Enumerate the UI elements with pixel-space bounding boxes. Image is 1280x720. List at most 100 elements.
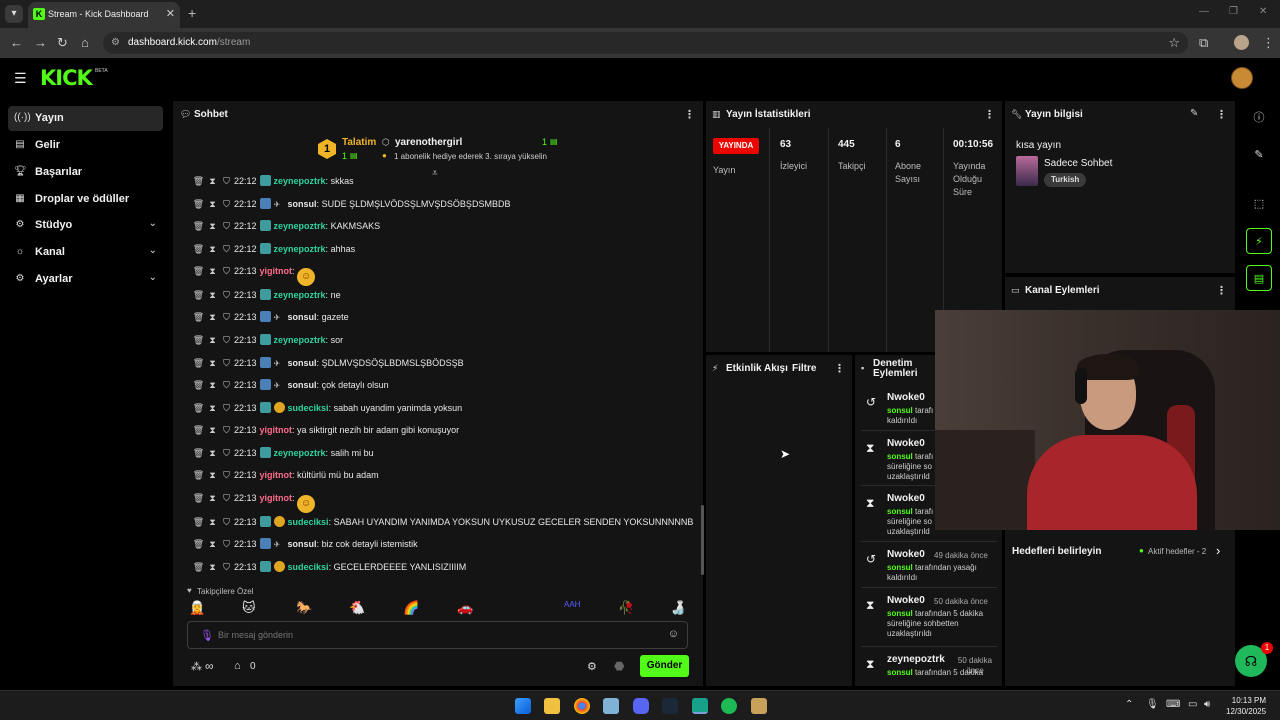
message-username[interactable]: sudeciksi: [288, 517, 329, 527]
moderator-name[interactable]: Nwoke0: [887, 438, 925, 449]
emote-settings-icon[interactable]: ⬣: [614, 659, 624, 673]
points-icon[interactable]: ⁂: [191, 660, 202, 673]
message-username[interactable]: sonsul: [288, 199, 317, 209]
emote-icon[interactable]: 🐎: [296, 600, 312, 616]
message-username[interactable]: yigitnot: [260, 493, 293, 503]
microphone-icon[interactable]: 🎙︎: [1146, 699, 1159, 710]
ban-shield-icon[interactable]: ⛉: [220, 312, 233, 323]
chrome-icon[interactable]: [574, 698, 590, 714]
delete-message-icon[interactable]: 🗑︎: [192, 176, 205, 187]
message-username[interactable]: sonsul: [288, 380, 317, 390]
timeout-hourglass-icon[interactable]: ⧗: [206, 562, 219, 573]
windows-start-icon[interactable]: [515, 698, 531, 714]
volume-icon[interactable]: 🔊︎: [1204, 699, 1210, 710]
emote-icon[interactable]: AAH: [564, 600, 580, 609]
info-icon[interactable]: ⓘ: [1246, 105, 1272, 131]
kick-logo[interactable]: KICK: [40, 66, 93, 90]
timeout-hourglass-icon[interactable]: ⧗: [206, 244, 219, 255]
timeout-hourglass-icon[interactable]: ⧗: [206, 221, 219, 232]
timeout-hourglass-icon[interactable]: ⧗: [206, 290, 219, 301]
extensions-icon[interactable]: ⧉: [1199, 35, 1208, 51]
message-username[interactable]: sonsul: [288, 312, 317, 322]
timeout-hourglass-icon[interactable]: ⧗: [206, 266, 219, 277]
moderation-target[interactable]: sonsul: [887, 452, 913, 461]
bookmark-star-icon[interactable]: ☆: [1168, 35, 1180, 51]
spotify-icon[interactable]: [721, 698, 737, 714]
tab-search-button[interactable]: ▾: [5, 5, 23, 23]
delete-message-icon[interactable]: 🗑︎: [192, 380, 205, 391]
timeout-hourglass-icon[interactable]: ⧗: [206, 176, 219, 187]
sidebar-item-basarilar[interactable]: 🏆︎ Başarılar: [8, 160, 163, 185]
sidebar-item-studyo[interactable]: ⚙ Stüdyo ⌄: [8, 213, 163, 238]
timeout-hourglass-icon[interactable]: ⧗: [206, 517, 219, 528]
send-button[interactable]: Gönder: [640, 655, 689, 677]
chat-settings-icon[interactable]: ⚙: [587, 660, 597, 673]
activity-filter-button[interactable]: Filtre: [792, 363, 816, 374]
moderator-name[interactable]: Nwoke0: [887, 493, 925, 504]
timeout-hourglass-icon[interactable]: ⧗: [206, 403, 219, 414]
delete-message-icon[interactable]: 🗑︎: [192, 448, 205, 459]
emote-icon[interactable]: 🚗: [457, 600, 473, 616]
moderation-target[interactable]: sonsul: [887, 507, 913, 516]
channel-actions-menu-icon[interactable]: ⋮: [1216, 284, 1227, 297]
home-icon[interactable]: ⌂: [81, 35, 89, 50]
sidebar-item-gelir[interactable]: ▤ Gelir: [8, 133, 163, 158]
app-icon[interactable]: [603, 698, 619, 714]
emote-icon[interactable]: 🌈: [403, 600, 419, 616]
timeout-hourglass-icon[interactable]: ⧗: [206, 335, 219, 346]
ban-shield-icon[interactable]: ⛉: [220, 199, 233, 210]
sidebar-item-kanal[interactable]: ☼ Kanal ⌄: [8, 240, 163, 265]
chat-menu-icon[interactable]: ⋮: [684, 108, 695, 121]
ban-shield-icon[interactable]: ⛉: [220, 448, 233, 459]
stream-info-menu-icon[interactable]: ⋮: [1216, 108, 1227, 121]
message-username[interactable]: yigitnot: [260, 425, 293, 435]
delete-message-icon[interactable]: 🗑︎: [192, 403, 205, 414]
ban-shield-icon[interactable]: ⛉: [220, 266, 233, 277]
new-tab-button[interactable]: +: [188, 5, 196, 21]
back-icon[interactable]: ←: [10, 35, 23, 50]
message-username[interactable]: zeynepoztrk: [274, 244, 326, 254]
ban-shield-icon[interactable]: ⛉: [220, 493, 233, 504]
ban-shield-icon[interactable]: ⛉: [220, 335, 233, 346]
timeout-hourglass-icon[interactable]: ⧗: [206, 312, 219, 323]
emote-icon[interactable]: 🐔: [349, 600, 365, 616]
edit-pencil-icon[interactable]: ✎: [1190, 108, 1198, 119]
bolt-icon[interactable]: ⚡︎: [1246, 228, 1272, 254]
message-username[interactable]: sonsul: [288, 358, 317, 368]
moderation-target[interactable]: sonsul: [887, 668, 913, 677]
message-username[interactable]: zeynepoztrk: [274, 176, 326, 186]
delete-message-icon[interactable]: 🗑︎: [192, 335, 205, 346]
delete-message-icon[interactable]: 🗑︎: [192, 244, 205, 255]
delete-message-icon[interactable]: 🗑︎: [192, 312, 205, 323]
keyboard-icon[interactable]: ⌨: [1166, 699, 1180, 710]
timeout-hourglass-icon[interactable]: ⧗: [206, 380, 219, 391]
message-username[interactable]: sudeciksi: [288, 403, 329, 413]
delete-message-icon[interactable]: 🗑︎: [192, 425, 205, 436]
browser-profile-avatar[interactable]: [1234, 35, 1249, 50]
pinned-user[interactable]: yarenothergirl: [395, 137, 462, 148]
browser-tab[interactable]: K Stream - Kick Dashboard ✕: [28, 2, 180, 28]
chat-scrollbar[interactable]: [701, 505, 704, 575]
steam-icon[interactable]: [662, 698, 678, 714]
crop-icon[interactable]: ⬚: [1246, 191, 1272, 217]
delete-message-icon[interactable]: 🗑︎: [192, 470, 205, 481]
store-icon[interactable]: ⌂: [234, 660, 241, 672]
delete-message-icon[interactable]: 🗑︎: [192, 562, 205, 573]
ban-shield-icon[interactable]: ⛉: [220, 562, 233, 573]
chat-message-input[interactable]: [218, 627, 658, 643]
taskbar-clock[interactable]: 10:13 PM 12/30/2025: [1226, 695, 1266, 717]
active-goals-label[interactable]: Aktif hedefler - 2: [1148, 547, 1206, 556]
delete-message-icon[interactable]: 🗑︎: [192, 290, 205, 301]
timeout-hourglass-icon[interactable]: ⧗: [206, 493, 219, 504]
emote-icon[interactable]: 🍶: [670, 600, 686, 616]
tray-chevron-icon[interactable]: ⌃: [1125, 699, 1133, 710]
file-explorer-icon[interactable]: [544, 698, 560, 714]
pencil-icon[interactable]: ✎: [1246, 142, 1272, 168]
minimize-icon[interactable]: —: [1199, 6, 1209, 17]
delete-message-icon[interactable]: 🗑︎: [192, 358, 205, 369]
document-icon[interactable]: ▤: [1246, 265, 1272, 291]
maximize-icon[interactable]: ❐: [1229, 6, 1238, 17]
hamburger-menu-icon[interactable]: ☰: [14, 70, 27, 87]
moderation-target[interactable]: sonsul: [887, 406, 913, 415]
moderator-name[interactable]: Nwoke0: [887, 595, 925, 606]
